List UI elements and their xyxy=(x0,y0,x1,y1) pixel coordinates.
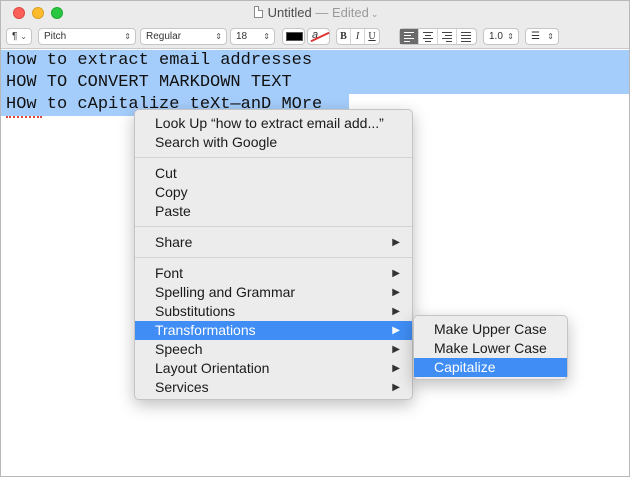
menu-item-paste[interactable]: Paste xyxy=(135,202,412,221)
font-family-popup[interactable]: Pitch ⇕ xyxy=(38,28,136,45)
align-center-button[interactable] xyxy=(419,29,438,44)
menu-item-spelling-grammar[interactable]: Spelling and Grammar ▶ xyxy=(135,283,412,302)
font-family-value: Pitch xyxy=(44,31,67,42)
bold-button[interactable]: B xyxy=(337,29,351,44)
menu-item-substitutions[interactable]: Substitutions ▶ xyxy=(135,302,412,321)
menu-separator xyxy=(135,157,412,158)
text-line[interactable]: how to extract email addresses xyxy=(6,50,312,72)
up-down-chevron-icon: ⇕ xyxy=(507,32,514,41)
align-right-button[interactable] xyxy=(438,29,457,44)
paragraph-style-popup[interactable]: ¶ ⌄ xyxy=(6,28,32,45)
menu-item-cut[interactable]: Cut xyxy=(135,164,412,183)
menu-item-label: Font xyxy=(155,265,184,281)
menu-item-capitalize[interactable]: Capitalize xyxy=(414,358,567,377)
menu-item-label: Speech xyxy=(155,341,203,357)
window-title[interactable]: Untitled — Edited ⌄ xyxy=(1,5,629,20)
submenu-arrow-icon: ▶ xyxy=(392,325,400,336)
menu-item-speech[interactable]: Speech ▶ xyxy=(135,340,412,359)
menu-item-font[interactable]: Font ▶ xyxy=(135,264,412,283)
title-chevron-down-icon: ⌄ xyxy=(370,9,379,19)
submenu-arrow-icon: ▶ xyxy=(392,344,400,355)
align-center-icon xyxy=(423,32,433,44)
menu-item-search-google[interactable]: Search with Google xyxy=(135,133,412,152)
menu-separator xyxy=(135,226,412,227)
menu-item-label: Spelling and Grammar xyxy=(155,284,296,300)
underline-button[interactable]: U xyxy=(365,29,379,44)
justify-button[interactable] xyxy=(457,29,476,44)
submenu-arrow-icon: ▶ xyxy=(392,237,400,248)
text-color-swatch xyxy=(286,32,303,41)
text-color-button[interactable] xyxy=(282,28,305,45)
menu-item-make-upper-case[interactable]: Make Upper Case xyxy=(414,320,567,339)
menu-item-make-lower-case[interactable]: Make Lower Case xyxy=(414,339,567,358)
text-line[interactable]: HOW TO CONVERT MARKDOWN TEXT xyxy=(6,72,292,94)
submenu-arrow-icon: ▶ xyxy=(392,287,400,298)
menu-item-label: Share xyxy=(155,234,193,250)
line-spacing-value: 1.0 xyxy=(489,31,503,42)
menu-item-label: Layout Orientation xyxy=(155,360,270,376)
menu-item-share[interactable]: Share ▶ xyxy=(135,233,412,252)
document-icon xyxy=(253,6,263,18)
list-icon: ☰ xyxy=(531,31,540,42)
menu-item-transformations[interactable]: Transformations ▶ xyxy=(135,321,412,340)
list-style-popup[interactable]: ☰ ⇕ xyxy=(525,28,559,45)
window-title-text: Untitled xyxy=(267,5,312,20)
submenu-arrow-icon: ▶ xyxy=(392,268,400,279)
italic-button[interactable]: I xyxy=(351,29,365,44)
align-right-icon xyxy=(442,32,452,44)
font-style-popup[interactable]: Regular ⇕ xyxy=(140,28,227,45)
justify-icon xyxy=(461,32,471,44)
up-down-chevron-icon: ⇕ xyxy=(124,32,131,41)
submenu-arrow-icon: ▶ xyxy=(392,382,400,393)
menu-item-label: Transformations xyxy=(155,322,256,338)
font-size-field[interactable]: 18 ⇕ xyxy=(230,28,275,45)
transformations-submenu: Make Upper Case Make Lower Case Capitali… xyxy=(413,315,568,380)
align-left-icon xyxy=(404,32,414,44)
align-left-button[interactable] xyxy=(400,29,419,44)
menu-item-look-up[interactable]: Look Up “how to extract email add...” xyxy=(135,114,412,133)
submenu-arrow-icon: ▶ xyxy=(392,363,400,374)
menu-item-label: Substitutions xyxy=(155,303,236,319)
textedit-window: Untitled — Edited ⌄ ¶ ⌄ Pitch ⇕ Regular ⇕ 18… xyxy=(0,0,630,477)
chevron-down-icon: ⌄ xyxy=(20,32,27,41)
font-size-value: 18 xyxy=(236,31,248,42)
spelling-error-underline xyxy=(6,116,42,118)
edited-status: — Edited xyxy=(315,5,369,20)
text-style-buttons: B I U xyxy=(336,28,380,45)
alignment-buttons xyxy=(399,28,477,45)
highlight-color-button[interactable]: a xyxy=(307,28,330,45)
menu-item-label: Services xyxy=(155,379,209,395)
menu-separator xyxy=(135,257,412,258)
up-down-chevron-icon: ⇕ xyxy=(547,32,554,41)
menu-item-services[interactable]: Services ▶ xyxy=(135,378,412,397)
paragraph-icon: ¶ xyxy=(12,31,18,42)
line-spacing-popup[interactable]: 1.0 ⇕ xyxy=(483,28,519,45)
submenu-arrow-icon: ▶ xyxy=(392,306,400,317)
menu-item-layout-orientation[interactable]: Layout Orientation ▶ xyxy=(135,359,412,378)
title-bar: Untitled — Edited ⌄ xyxy=(1,1,629,25)
menu-item-copy[interactable]: Copy xyxy=(135,183,412,202)
context-menu: Look Up “how to extract email add...” Se… xyxy=(134,109,413,400)
stepper-icon: ⇕ xyxy=(263,32,270,41)
up-down-chevron-icon: ⇕ xyxy=(215,32,222,41)
font-style-value: Regular xyxy=(146,31,182,42)
format-toolbar: ¶ ⌄ Pitch ⇕ Regular ⇕ 18 ⇕ a B I U 1.0 ⇕… xyxy=(1,25,629,49)
